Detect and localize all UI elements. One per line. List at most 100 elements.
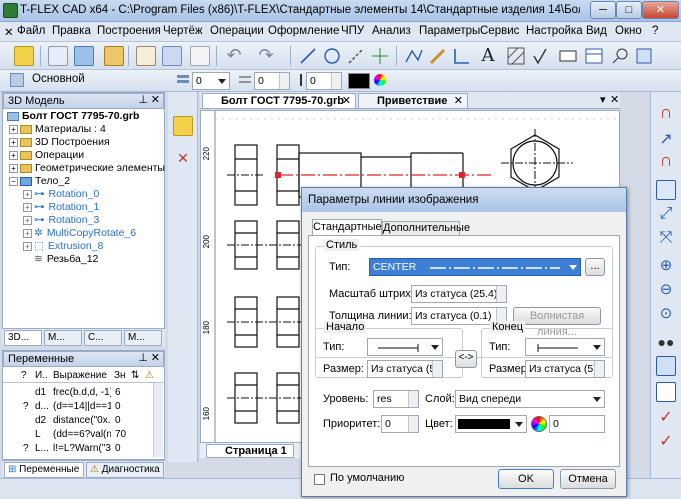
- swap-button[interactable]: <->: [455, 350, 477, 368]
- document-list-icon[interactable]: ▾: [600, 93, 606, 106]
- column-header[interactable]: Выражение: [53, 369, 109, 382]
- dashed-line-icon[interactable]: [346, 46, 366, 66]
- close-icon[interactable]: ✕: [151, 351, 160, 365]
- pan-icon[interactable]: ●●: [656, 332, 676, 352]
- tree-item-body[interactable]: − Тело_2: [9, 175, 70, 187]
- tab-variables[interactable]: ⊞ Переменные: [4, 462, 84, 478]
- zoom-fit-icon[interactable]: ⤢: [656, 204, 676, 224]
- thickness-combo[interactable]: 0: [306, 72, 342, 90]
- menu-parameters[interactable]: Параметры: [419, 25, 480, 37]
- end-type-combo[interactable]: [525, 338, 605, 356]
- menu-file[interactable]: Файл: [17, 25, 45, 37]
- close-icon[interactable]: ✕: [342, 94, 351, 108]
- tree-item-multicopy[interactable]: + ✲ MultiCopyRotate_6: [23, 227, 136, 239]
- end-size-combo[interactable]: Из статуса (5): [525, 360, 605, 378]
- cancel-button[interactable]: Отмена: [560, 469, 616, 489]
- close-icon[interactable]: ✕: [4, 25, 14, 39]
- magnet-icon[interactable]: ∩: [656, 150, 676, 170]
- check-icon[interactable]: ✓: [656, 408, 676, 428]
- undo-icon[interactable]: ↶: [224, 46, 244, 66]
- leader-icon[interactable]: [610, 46, 630, 66]
- tree-item-3d-constructions[interactable]: +3D Построения: [9, 136, 110, 148]
- tab-standard[interactable]: Стандартные: [312, 219, 382, 236]
- open-icon[interactable]: [104, 46, 124, 66]
- var-expression[interactable]: distance("0x...: [53, 414, 111, 427]
- close-button[interactable]: ✕: [642, 1, 679, 19]
- circle-icon[interactable]: [322, 46, 342, 66]
- grid-icon[interactable]: [656, 382, 676, 402]
- layer-combo[interactable]: Вид спереди: [455, 390, 605, 408]
- tab-document-bolt[interactable]: Болт ГОСТ 7795-70.grb ✕: [202, 93, 356, 109]
- menu-edit[interactable]: Правка: [52, 25, 91, 37]
- table-icon[interactable]: [584, 46, 604, 66]
- var-name[interactable]: L...: [35, 442, 51, 455]
- line-type-combo[interactable]: CENTER: [369, 258, 581, 276]
- view-icon[interactable]: [634, 46, 654, 66]
- color-number-field[interactable]: 0: [549, 415, 605, 433]
- color-combo[interactable]: [455, 415, 527, 433]
- column-header[interactable]: Зн: [114, 369, 130, 382]
- tab-welcome[interactable]: Приветствие ✕: [358, 93, 468, 109]
- snap-icon[interactable]: ↗: [656, 130, 676, 150]
- new-document-icon[interactable]: [48, 46, 68, 66]
- maximize-button[interactable]: □: [616, 1, 642, 19]
- zoom-all-icon[interactable]: ⤧: [656, 228, 676, 248]
- start-type-combo[interactable]: [367, 338, 443, 356]
- tab-3d-model[interactable]: 3D...: [4, 330, 42, 346]
- tolerance-icon[interactable]: [558, 46, 578, 66]
- var-expression[interactable]: (dd==6?val(nl...: [53, 428, 111, 441]
- ok-button[interactable]: OK: [498, 469, 554, 489]
- check-icon[interactable]: ✓: [656, 432, 676, 452]
- tab-c[interactable]: С...: [84, 330, 122, 346]
- tree-item-materials[interactable]: + Материалы : 4: [9, 123, 106, 135]
- redo-icon[interactable]: ↷: [256, 46, 276, 66]
- tree-item-rotation-0[interactable]: + ⊶ Rotation_0: [23, 188, 99, 200]
- print-icon[interactable]: [162, 46, 182, 66]
- browse-button[interactable]: ...: [585, 258, 605, 276]
- zoom-icon[interactable]: ⊙: [656, 304, 676, 324]
- menu-service[interactable]: Сервис: [480, 25, 519, 37]
- tree-item-thread[interactable]: ≋ Резьба_12: [34, 253, 98, 265]
- scale-combo[interactable]: Из статуса (25.4): [411, 285, 507, 303]
- minimize-button[interactable]: ─: [590, 1, 616, 19]
- var-name[interactable]: d1: [35, 386, 51, 399]
- copy-icon[interactable]: [190, 46, 210, 66]
- level-combo[interactable]: 0: [254, 72, 290, 90]
- magnet-icon[interactable]: ∩: [656, 102, 676, 122]
- cancel-icon[interactable]: ✕: [173, 148, 193, 168]
- tab-m1[interactable]: М...: [44, 330, 82, 346]
- close-icon[interactable]: ✕: [610, 93, 619, 106]
- close-icon[interactable]: ✕: [454, 94, 463, 108]
- var-expression[interactable]: (d==14||d==1...: [53, 400, 111, 413]
- var-name[interactable]: d2: [35, 414, 51, 427]
- tree-item-extrusion[interactable]: + ⬚ Extrusion_8: [23, 240, 103, 252]
- var-expression[interactable]: frec(b.d,d, -1): [53, 386, 111, 399]
- menu-analysis[interactable]: Анализ: [372, 25, 411, 37]
- hatch-icon[interactable]: [506, 46, 526, 66]
- menu-help[interactable]: ?: [652, 25, 658, 37]
- confirm-icon[interactable]: [173, 116, 193, 136]
- view-panel-icon[interactable]: [656, 356, 676, 376]
- polyline-icon[interactable]: [404, 46, 424, 66]
- var-expression[interactable]: l!=L?Warn("3...: [53, 442, 111, 455]
- var-name[interactable]: L: [35, 428, 51, 441]
- pin-icon[interactable]: ⊥: [138, 351, 148, 365]
- zoom-out-icon[interactable]: ⊖: [656, 280, 676, 300]
- tab-m2[interactable]: М...: [124, 330, 162, 346]
- start-size-combo[interactable]: Из статуса (5): [367, 360, 443, 378]
- default-checkbox[interactable]: [314, 474, 325, 485]
- confirm-icon[interactable]: [14, 46, 34, 66]
- column-header[interactable]: И..: [35, 369, 51, 382]
- color-palette-icon[interactable]: [531, 416, 547, 432]
- tree-item-rotation-1[interactable]: + ⊶ Rotation_1: [23, 201, 99, 213]
- sort-icon[interactable]: ⇅: [131, 369, 143, 382]
- menu-view[interactable]: Вид: [586, 25, 607, 37]
- close-icon[interactable]: ✕: [151, 93, 160, 107]
- zoom-in-icon[interactable]: ⊕: [656, 256, 676, 276]
- text-icon[interactable]: A: [478, 46, 498, 66]
- roughness-icon[interactable]: [532, 46, 552, 66]
- level-combo[interactable]: res: [373, 390, 419, 408]
- tree-item-operations[interactable]: + Операции: [9, 149, 84, 161]
- tree-item-rotation-3[interactable]: + ⊶ Rotation_3: [23, 214, 99, 226]
- style-value[interactable]: Основной: [32, 73, 85, 85]
